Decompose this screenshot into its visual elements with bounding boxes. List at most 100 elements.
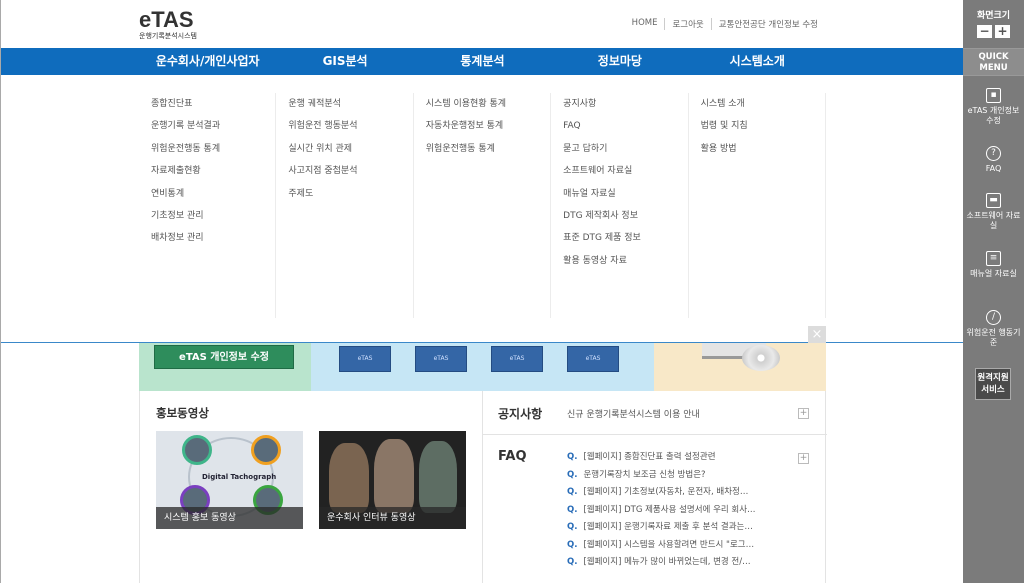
menu-item[interactable]: 위험운전 행동분석 (288, 115, 412, 137)
faq-item[interactable]: Q. [웹페이지] 종합진단표 출력 설정관련 (567, 449, 797, 467)
nav-info[interactable]: 정보마당 (551, 48, 688, 75)
menu-item[interactable]: 연비통계 (151, 183, 275, 205)
menu-item[interactable]: DTG 제작회사 정보 (563, 205, 687, 227)
software-banner[interactable]: eTAS eTAS eTAS eTAS (311, 343, 654, 391)
faq-item-text: [웹페이지] 메뉴가 많이 바뀌었는데, 변경 전/… (583, 557, 751, 567)
menu-item[interactable]: 묻고 답하기 (563, 138, 687, 160)
zoom-title: 화면크기 (976, 11, 1011, 21)
faq-more-button[interactable]: + (798, 453, 809, 464)
menu-item[interactable]: 자동차운행정보 통계 (426, 115, 550, 137)
menu-item[interactable]: 위험운전행동 통계 (151, 138, 275, 160)
quick-item-label: 매뉴얼 자료실 (970, 269, 1017, 278)
logout-link[interactable]: 로그아웃 (664, 18, 710, 30)
mega-col-system: 시스템 소개 법령 및 지침 활용 방법 (689, 93, 826, 318)
tacho-label: Digital Tachograph (202, 473, 277, 481)
q-marker: Q. (567, 487, 578, 497)
book-icon: eTAS (415, 346, 467, 372)
faq-item[interactable]: Q. [웹페이지] DTG 제품사용 설명서에 우리 회사… (567, 502, 797, 520)
menu-item[interactable]: FAQ (563, 115, 687, 137)
global-nav: 운수회사/개인사업자 GIS분석 통계분석 정보마당 시스템소개 (1, 48, 963, 75)
faq-item-text: [웹페이지] 기초정보(자동차, 운전자, 배차정… (583, 487, 749, 497)
menu-item[interactable]: 운행기록 분석결과 (151, 115, 275, 137)
book-icon: eTAS (567, 346, 619, 372)
menu-item[interactable]: 시스템 이용현황 통계 (426, 93, 550, 115)
menu-item[interactable]: 배차정보 관리 (151, 227, 275, 249)
faq-item-text: [웹페이지] DTG 제품사용 설명서에 우리 회사… (583, 504, 756, 515)
menu-item[interactable]: 자료제출현황 (151, 160, 275, 182)
menu-item[interactable]: 표준 DTG 제품 정보 (563, 227, 687, 249)
quick-item-label: FAQ (985, 164, 1002, 173)
book-icon: eTAS (339, 346, 391, 372)
zoom-in-button[interactable]: + (995, 25, 1010, 38)
mega-menu: 종합진단표 운행기록 분석결과 위험운전행동 통계 자료제출현황 연비통계 기초… (1, 75, 963, 343)
notice-item[interactable]: 신규 운행기록분석시스템 이용 안내 (567, 407, 700, 420)
document-icon: ≡ (986, 251, 1001, 266)
quick-privacy-edit[interactable]: ▪ eTAS 개인정보 수정 (963, 88, 1024, 126)
main-content: 홍보동영상 Digital Tachograph 시스템 홍보 동영상 운수회사… (139, 391, 827, 583)
menu-item[interactable]: 종합진단표 (151, 93, 275, 115)
quick-software[interactable]: ▬ 소프트웨어 자료실 (963, 193, 1024, 231)
video1-caption: 시스템 홍보 동영상 (156, 507, 303, 529)
faq-item-text: 운행기록장치 보조금 신청 방법은? (583, 469, 706, 480)
video-system-promo[interactable]: Digital Tachograph 시스템 홍보 동영상 (156, 431, 303, 529)
monitor-icon: ▬ (986, 193, 1001, 208)
utility-links: HOME 로그아웃 교통안전공단 개인정보 수정 (625, 18, 825, 30)
person-image (374, 439, 414, 513)
mega-col-company: 종합진단표 운행기록 분석결과 위험운전행동 통계 자료제출현황 연비통계 기초… (139, 93, 277, 318)
menu-item[interactable]: 실시간 위치 관제 (288, 138, 412, 160)
menu-item[interactable]: 시스템 소개 (701, 93, 825, 115)
quick-risk-criteria[interactable]: / 위험운전 행동기준 (963, 310, 1024, 348)
privacy-edit-link[interactable]: 교통안전공단 개인정보 수정 (710, 18, 825, 30)
menu-item[interactable]: 기초정보 관리 (151, 205, 275, 227)
notice-title: 공지사항 (498, 407, 543, 421)
question-icon: ? (986, 146, 1001, 161)
q-marker: Q. (567, 504, 578, 515)
faq-list: Q. [웹페이지] 종합진단표 출력 설정관련 Q. 운행기록장치 보조금 신청 방… (567, 449, 797, 572)
menu-item[interactable]: 주제도 (288, 183, 412, 205)
etas-logo[interactable]: eTAS 운행기록분석시스템 (139, 7, 197, 41)
faq-item[interactable]: Q. [웹페이지] 기초정보(자동차, 운전자, 배차정… (567, 484, 797, 502)
nav-company[interactable]: 운수회사/개인사업자 (139, 48, 276, 75)
quick-manual[interactable]: ≡ 매뉴얼 자료실 (963, 251, 1024, 279)
promo-title: 홍보동영상 (156, 406, 209, 420)
q-marker: Q. (567, 469, 578, 480)
faq-item[interactable]: Q. 운행기록장치 보조금 신청 방법은? (567, 467, 797, 485)
q-marker: Q. (567, 539, 578, 550)
mega-col-statistics: 시스템 이용현황 통계 자동차운행정보 통계 위험운전행동 통계 (414, 93, 552, 318)
remote-support-button[interactable]: 원격지원 서비스 (975, 368, 1011, 400)
promo-video-section: 홍보동영상 Digital Tachograph 시스템 홍보 동영상 운수회사… (140, 391, 483, 583)
person-image (419, 441, 457, 513)
wrench-icon: / (986, 310, 1001, 325)
menu-item[interactable]: 활용 방법 (701, 138, 825, 160)
nav-system[interactable]: 시스템소개 (689, 48, 826, 75)
dtg-banner[interactable] (654, 343, 826, 391)
faq-item[interactable]: Q. [웹페이지] 메뉴가 많이 바뀌었는데, 변경 전/… (567, 554, 797, 572)
menu-item[interactable]: 매뉴얼 자료실 (563, 183, 687, 205)
faq-item-text: [웹페이지] 종합진단표 출력 설정관련 (583, 452, 716, 462)
notice-more-button[interactable]: + (798, 408, 809, 419)
q-marker: Q. (567, 452, 578, 462)
privacy-edit-button[interactable]: eTAS 개인정보 수정 (154, 345, 294, 369)
menu-item[interactable]: 법령 및 지침 (701, 115, 825, 137)
quick-item-label: 소프트웨어 자료실 (966, 211, 1021, 230)
bubble-graphic (251, 435, 281, 465)
menu-item[interactable]: 소프트웨어 자료실 (563, 160, 687, 182)
faq-item[interactable]: Q. [웹페이지] 시스템을 사용할려면 반드시 "로그… (567, 537, 797, 555)
menu-item[interactable]: 사고지점 중첩분석 (288, 160, 412, 182)
menu-item[interactable]: 위험운전행동 통계 (426, 138, 550, 160)
logo-sub-text: 운행기록분석시스템 (139, 32, 197, 40)
zoom-out-button[interactable]: − (977, 25, 992, 38)
quick-menu-label: QUICK MENU (963, 48, 1024, 76)
quick-faq[interactable]: ? FAQ (963, 146, 1024, 174)
menu-item[interactable]: 운행 궤적분석 (288, 93, 412, 115)
home-link[interactable]: HOME (625, 18, 665, 30)
nav-gis[interactable]: GIS분석 (276, 48, 413, 75)
mega-menu-close-button[interactable]: × (808, 326, 826, 343)
faq-item[interactable]: Q. [웹페이지] 운행기록자료 제출 후 분석 결과는… (567, 519, 797, 537)
menu-item[interactable]: 공지사항 (563, 93, 687, 115)
logo-main-text: eTAS (139, 7, 194, 32)
nav-statistics[interactable]: 통계분석 (414, 48, 551, 75)
video-company-interview[interactable]: 운수회사 인터뷰 동영상 (319, 431, 466, 529)
menu-item[interactable]: 활용 동영상 자료 (563, 250, 687, 272)
book-icon: eTAS (491, 346, 543, 372)
